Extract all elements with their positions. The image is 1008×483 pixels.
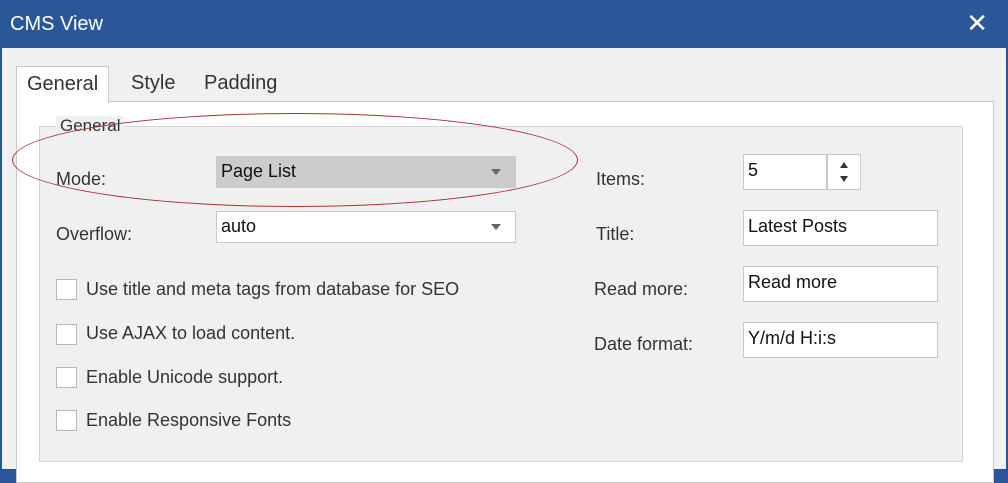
items-spinner[interactable]	[827, 154, 861, 190]
items-label: Items:	[596, 169, 646, 189]
tab-style[interactable]: Style	[131, 66, 175, 100]
chevron-down-icon	[491, 224, 501, 230]
window-title: CMS View	[10, 13, 103, 35]
close-icon[interactable]: ✕	[966, 8, 988, 39]
ajax-checkbox[interactable]	[56, 324, 77, 345]
chevron-down-icon	[491, 169, 501, 175]
seo-checkbox-label[interactable]: Use title and meta tags from database fo…	[86, 279, 459, 300]
title-value: Latest Posts	[748, 216, 848, 236]
tab-panel-general: General Mode: Page List Overflow: auto U…	[16, 101, 994, 483]
overflow-label: Overflow:	[56, 224, 133, 244]
ajax-checkbox-label[interactable]: Use AJAX to load content.	[86, 323, 295, 344]
tab-padding[interactable]: Padding	[204, 66, 277, 100]
date-format-input[interactable]: Y/m/d H:i:s	[743, 322, 938, 358]
responsive-fonts-checkbox-label[interactable]: Enable Responsive Fonts	[86, 410, 291, 431]
date-format-label: Date format:	[594, 334, 694, 354]
tab-general[interactable]: General	[16, 66, 110, 103]
seo-checkbox[interactable]	[56, 279, 77, 300]
overflow-value: auto	[221, 216, 257, 236]
title-input[interactable]: Latest Posts	[743, 210, 938, 246]
responsive-fonts-checkbox[interactable]	[56, 410, 77, 431]
date-format-value: Y/m/d H:i:s	[748, 328, 837, 348]
mode-select[interactable]: Page List	[216, 156, 516, 188]
read-more-input[interactable]: Read more	[743, 266, 938, 302]
unicode-checkbox-label[interactable]: Enable Unicode support.	[86, 367, 283, 388]
overflow-select[interactable]: auto	[216, 211, 516, 243]
read-more-label: Read more:	[594, 279, 689, 299]
mode-label: Mode:	[56, 169, 107, 189]
spin-down-icon[interactable]	[840, 176, 848, 182]
read-more-value: Read more	[748, 272, 838, 292]
group-label: General	[56, 116, 125, 136]
spin-up-icon[interactable]	[840, 162, 848, 168]
title-label: Title:	[596, 224, 635, 244]
mode-value: Page List	[221, 161, 297, 181]
unicode-checkbox[interactable]	[56, 367, 77, 388]
items-value: 5	[748, 160, 759, 180]
general-groupbox: General Mode: Page List Overflow: auto U…	[39, 116, 963, 462]
dialog-body: General Style Padding General Mode: Page…	[2, 48, 1006, 483]
dialog-window: CMS View ✕ General Style Padding General…	[0, 0, 1008, 483]
title-bar: CMS View ✕	[0, 0, 1008, 48]
items-input[interactable]: 5	[743, 154, 827, 190]
